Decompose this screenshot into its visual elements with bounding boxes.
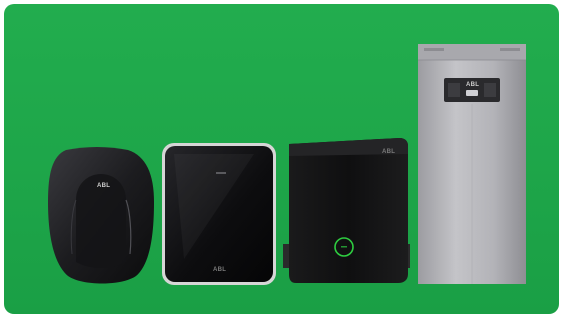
brand-logo: ABL	[97, 183, 110, 189]
wallbox-ring: ABL	[283, 138, 410, 283]
wallbox-glass: ABL	[162, 143, 276, 285]
brand-logo: ABL	[382, 149, 395, 155]
wallbox-curved: ABL	[48, 147, 154, 284]
product-scene: ABL ABL ABL ABL	[4, 4, 559, 314]
brand-logo: ABL	[466, 82, 479, 88]
brand-logo: ABL	[213, 267, 226, 273]
charging-pillar: ABL	[418, 44, 526, 284]
